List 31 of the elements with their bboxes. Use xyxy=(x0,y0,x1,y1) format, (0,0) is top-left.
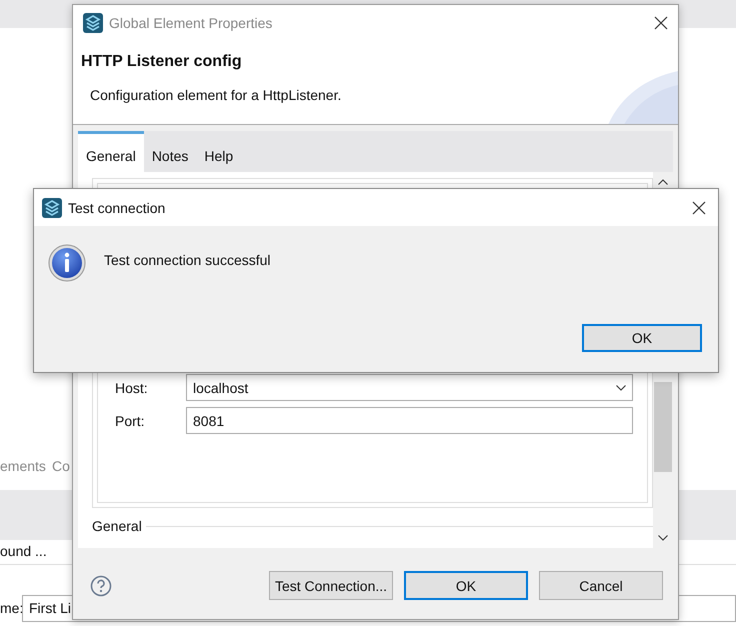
scroll-thumb[interactable] xyxy=(654,382,672,472)
app-logo-icon xyxy=(42,198,62,218)
host-dropdown[interactable]: localhost xyxy=(186,374,633,401)
dialog-button[interactable]: OK xyxy=(404,571,528,600)
tab[interactable]: General xyxy=(78,131,144,172)
section-title: General xyxy=(92,518,142,534)
background-label: Co xyxy=(52,458,70,474)
close-icon[interactable] xyxy=(654,16,668,30)
info-icon xyxy=(48,244,86,282)
dialog-button[interactable]: Test Connection... xyxy=(269,571,393,600)
app-logo-icon xyxy=(83,13,103,33)
close-icon[interactable] xyxy=(692,200,706,214)
background-label: ements xyxy=(0,458,46,474)
window-title: Global Element Properties xyxy=(109,15,274,31)
input-field[interactable]: 8081 xyxy=(186,407,633,434)
caret-icon xyxy=(616,384,626,390)
scroll-down-icon[interactable] xyxy=(658,535,668,541)
tab[interactable]: Help xyxy=(196,131,242,172)
dialog-button[interactable]: Cancel xyxy=(539,571,663,600)
scroll-up-icon[interactable] xyxy=(658,179,668,185)
field-label: Host: xyxy=(115,380,149,396)
message-text: Test connection successful xyxy=(104,252,271,270)
dialog-heading: HTTP Listener config xyxy=(81,53,243,71)
help-icon[interactable] xyxy=(90,574,112,596)
background-label: ound ... xyxy=(0,543,47,559)
dialog-description: Configuration element for a HttpListener. xyxy=(90,87,342,103)
tab[interactable]: Notes xyxy=(144,131,196,172)
ok-button[interactable]: OK xyxy=(582,324,702,352)
window-title: Test connection xyxy=(68,200,166,216)
field-label: me: xyxy=(0,600,24,616)
field-label: Port: xyxy=(115,412,146,428)
